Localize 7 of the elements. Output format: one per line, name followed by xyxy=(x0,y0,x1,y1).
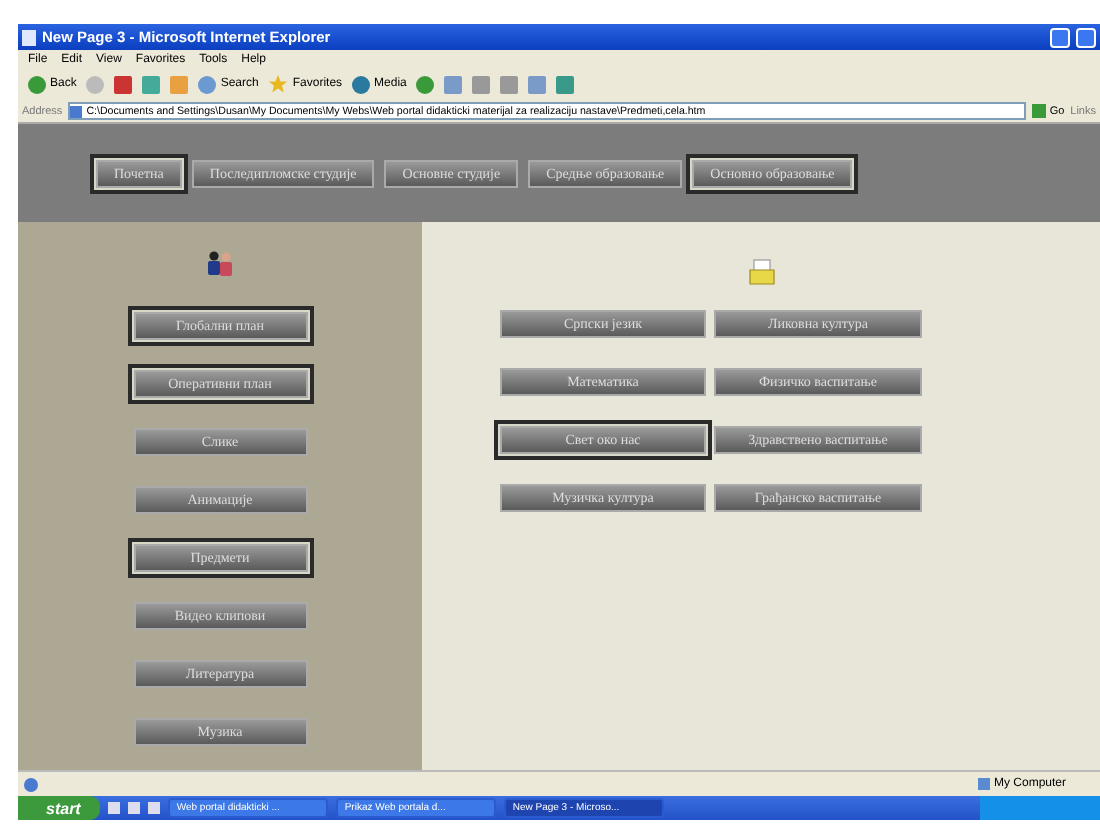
people-icon xyxy=(204,250,236,278)
star-icon xyxy=(268,74,289,94)
minimize-button[interactable] xyxy=(1050,27,1070,47)
system-tray xyxy=(980,796,1100,820)
folder-icon xyxy=(747,258,775,286)
start-button[interactable]: start xyxy=(18,796,101,820)
maximize-button[interactable] xyxy=(1076,27,1096,47)
